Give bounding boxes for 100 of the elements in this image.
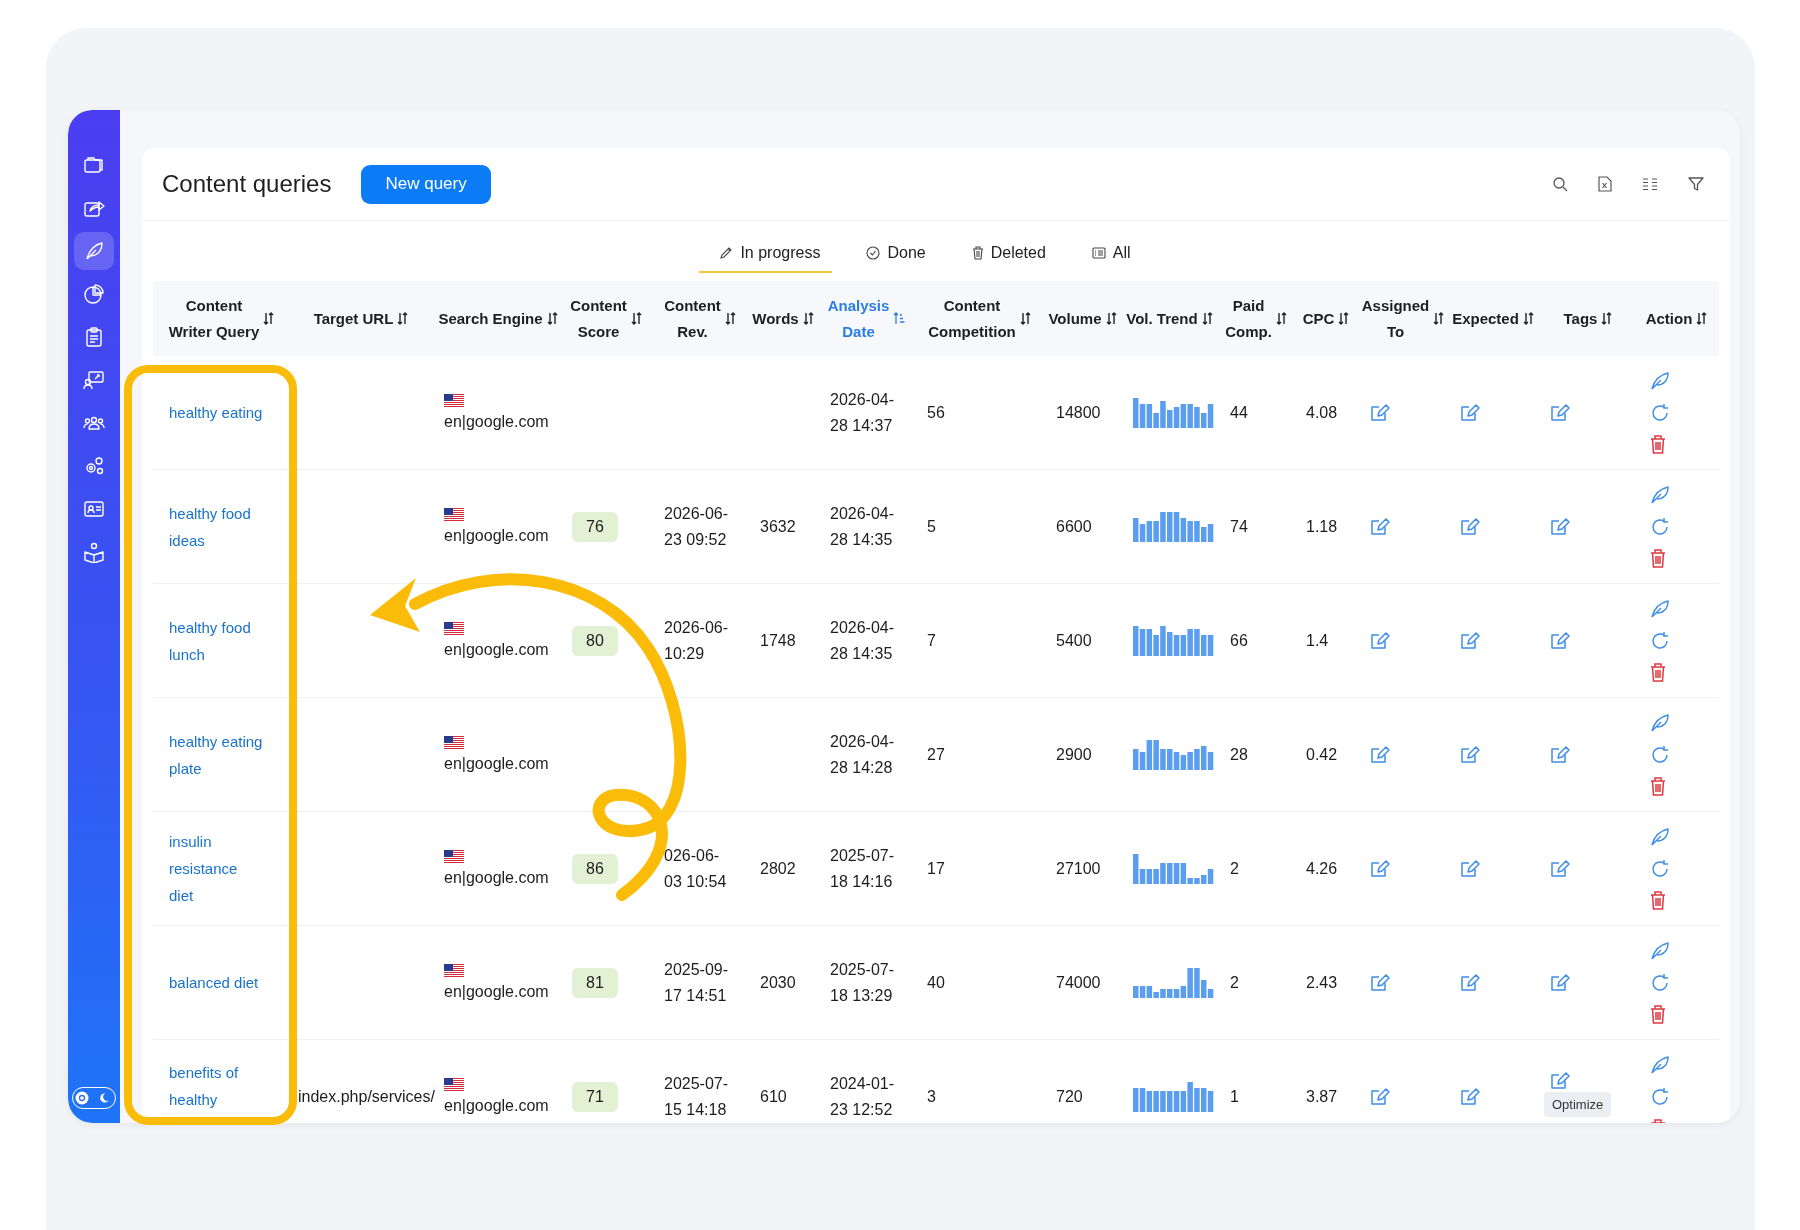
sort-icon[interactable] bbox=[1601, 312, 1613, 325]
edit-icon[interactable] bbox=[1370, 630, 1390, 651]
edit-icon[interactable] bbox=[1460, 516, 1480, 537]
feather-icon[interactable] bbox=[1650, 485, 1670, 505]
edit-icon[interactable] bbox=[1460, 744, 1480, 765]
delete-icon[interactable] bbox=[1650, 777, 1666, 796]
column-header[interactable]: Content Rev. bbox=[664, 292, 721, 345]
status-tab[interactable]: Deleted bbox=[951, 233, 1058, 273]
edit-icon[interactable] bbox=[1550, 744, 1570, 765]
refresh-icon[interactable] bbox=[1650, 517, 1670, 537]
column-header[interactable]: Content Writer Query bbox=[168, 292, 260, 345]
status-tab[interactable]: All bbox=[1071, 233, 1143, 273]
sort-icon[interactable] bbox=[1338, 312, 1350, 325]
query-link[interactable]: healthy eating bbox=[169, 399, 263, 426]
sort-icon[interactable] bbox=[1105, 312, 1117, 325]
refresh-icon[interactable] bbox=[1650, 631, 1670, 651]
feather-icon[interactable] bbox=[1650, 713, 1670, 733]
column-header[interactable]: Content Competition bbox=[928, 292, 1016, 345]
query-link[interactable]: healthy food lunch bbox=[169, 613, 251, 668]
us-flag-icon bbox=[444, 736, 464, 749]
sort-icon[interactable] bbox=[263, 312, 275, 325]
column-header[interactable]: CPC bbox=[1302, 305, 1335, 332]
status-tab[interactable]: In progress bbox=[699, 233, 833, 273]
column-header[interactable]: Search Engine bbox=[438, 305, 543, 332]
word-count: 3632 bbox=[760, 517, 796, 536]
sort-icon[interactable] bbox=[724, 312, 736, 325]
edit-icon[interactable] bbox=[1370, 858, 1390, 879]
filter-icon[interactable] bbox=[1688, 176, 1704, 192]
sort-icon[interactable] bbox=[1696, 312, 1708, 325]
feather-icon[interactable] bbox=[1650, 827, 1670, 847]
refresh-icon[interactable] bbox=[1650, 973, 1670, 993]
feather-icon[interactable] bbox=[1650, 941, 1670, 961]
excel-file-icon[interactable] bbox=[1598, 176, 1612, 192]
column-header[interactable]: Content Score bbox=[570, 292, 627, 345]
refresh-icon[interactable] bbox=[1650, 1087, 1670, 1107]
query-link[interactable]: insulin resistance diet bbox=[169, 828, 238, 909]
edit-icon[interactable] bbox=[1460, 1086, 1480, 1107]
paid-competition: 1 bbox=[1230, 1087, 1239, 1106]
column-header[interactable]: Volume bbox=[1048, 305, 1102, 332]
edit-icon[interactable] bbox=[1370, 744, 1390, 765]
paid-competition: 2 bbox=[1230, 973, 1239, 992]
edit-icon[interactable] bbox=[1370, 516, 1390, 537]
edit-icon[interactable] bbox=[1460, 858, 1480, 879]
sort-icon[interactable] bbox=[1433, 312, 1445, 325]
query-link[interactable]: healthy food ideas bbox=[169, 499, 251, 554]
sort-icon[interactable] bbox=[1275, 312, 1287, 325]
edit-icon[interactable] bbox=[1550, 402, 1570, 423]
delete-icon[interactable] bbox=[1650, 435, 1666, 454]
sort-icon[interactable] bbox=[630, 312, 642, 325]
refresh-icon[interactable] bbox=[1650, 403, 1670, 423]
edit-icon[interactable] bbox=[1460, 630, 1480, 651]
column-header[interactable]: Analysis Date bbox=[827, 292, 890, 345]
sort-icon[interactable] bbox=[1019, 312, 1031, 325]
edit-icon[interactable] bbox=[1370, 402, 1390, 423]
sort-icon[interactable] bbox=[397, 312, 409, 325]
us-flag-icon bbox=[444, 1078, 464, 1091]
feather-icon[interactable] bbox=[1650, 599, 1670, 619]
edit-icon[interactable] bbox=[1550, 858, 1570, 879]
edit-icon[interactable] bbox=[1460, 402, 1480, 423]
sort-icon[interactable] bbox=[1201, 312, 1213, 325]
column-header[interactable]: Expected bbox=[1452, 305, 1519, 332]
volume-value: 720 bbox=[1056, 1087, 1083, 1106]
feather-icon[interactable] bbox=[1650, 371, 1670, 391]
sort-icon[interactable] bbox=[546, 312, 558, 325]
search-icon[interactable] bbox=[1552, 176, 1568, 192]
column-header[interactable]: Target URL bbox=[313, 305, 394, 332]
query-link[interactable]: balanced diet bbox=[169, 969, 259, 996]
edit-icon[interactable] bbox=[1370, 1086, 1390, 1107]
delete-icon[interactable] bbox=[1650, 1005, 1666, 1024]
edit-icon[interactable] bbox=[1550, 516, 1570, 537]
edit-icon[interactable] bbox=[1550, 630, 1570, 651]
search-engine: en|google.com bbox=[444, 527, 549, 545]
column-header[interactable]: Action bbox=[1645, 305, 1693, 332]
delete-icon[interactable] bbox=[1650, 891, 1666, 910]
feather-icon[interactable] bbox=[1650, 1055, 1670, 1075]
sort-icon[interactable] bbox=[802, 312, 814, 325]
trash-icon bbox=[971, 245, 984, 260]
edit-icon[interactable] bbox=[1550, 1070, 1570, 1091]
status-tab[interactable]: Done bbox=[846, 233, 938, 273]
edit-icon[interactable] bbox=[1370, 972, 1390, 993]
cpc-value: 4.08 bbox=[1306, 403, 1338, 422]
sort-ascending-icon[interactable] bbox=[893, 312, 906, 325]
sort-icon[interactable] bbox=[1522, 312, 1534, 325]
columns-icon[interactable] bbox=[1642, 177, 1658, 191]
refresh-icon[interactable] bbox=[1650, 859, 1670, 879]
column-header[interactable]: Assigned To bbox=[1361, 292, 1430, 345]
delete-icon[interactable] bbox=[1650, 549, 1666, 568]
edit-icon[interactable] bbox=[1550, 972, 1570, 993]
nav-button[interactable] bbox=[74, 232, 114, 270]
query-link[interactable]: benefits of healthy bbox=[169, 1058, 239, 1113]
column-header[interactable]: Paid Comp. bbox=[1225, 292, 1272, 345]
competition-value: 7 bbox=[927, 631, 936, 650]
delete-icon[interactable] bbox=[1650, 663, 1666, 682]
column-header[interactable]: Vol. Trend bbox=[1126, 305, 1198, 332]
column-header[interactable]: Words bbox=[752, 305, 799, 332]
new-query-button[interactable]: New query bbox=[361, 164, 491, 204]
refresh-icon[interactable] bbox=[1650, 745, 1670, 765]
edit-icon[interactable] bbox=[1460, 972, 1480, 993]
column-header[interactable]: Tags bbox=[1563, 305, 1598, 332]
query-link[interactable]: healthy eating plate bbox=[169, 727, 263, 782]
